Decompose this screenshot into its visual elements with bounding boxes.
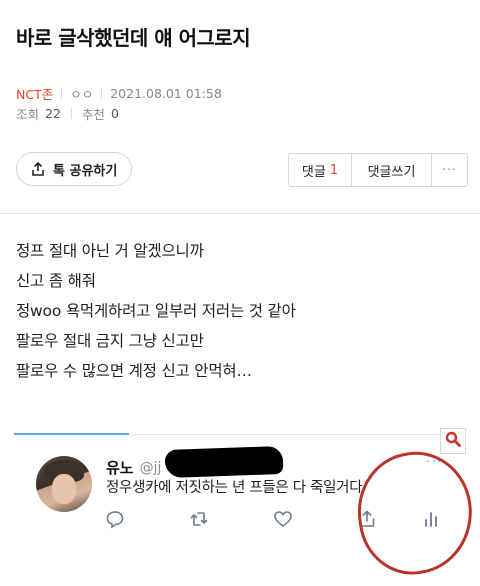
tweet-handle: @jj xyxy=(139,459,162,476)
redaction-scribble xyxy=(164,445,284,479)
post-datetime: 2021.08.01 01:58 xyxy=(110,86,222,101)
meta-divider xyxy=(70,108,72,119)
image-search-button[interactable] xyxy=(440,428,466,454)
comments-button[interactable]: 댓글 1 xyxy=(289,154,351,186)
comments-count: 1 xyxy=(329,162,339,178)
views-count: 22 xyxy=(45,106,61,121)
post-body: 정프 절대 아닌 거 알겠으니까 신고 좀 해줘 정woo 욕먹게하려고 일부러… xyxy=(16,236,296,386)
tweet-author[interactable]: 유노 @jj xyxy=(106,457,161,478)
post-meta: NCT존 ㅇㅇ 2021.08.01 01:58 xyxy=(16,84,222,103)
body-line: 정woo 욕먹게하려고 일부러 저러는 것 같아 xyxy=(16,302,296,320)
content-divider xyxy=(0,213,480,214)
body-line: 신고 좀 해줘 xyxy=(16,272,96,290)
share-icon xyxy=(31,162,45,176)
more-button[interactable]: ··· xyxy=(431,154,467,186)
write-comment-button[interactable]: 댓글쓰기 xyxy=(351,154,431,186)
reply-icon[interactable] xyxy=(104,508,126,530)
body-line: 정프 절대 아닌 거 알겠으니까 xyxy=(16,242,204,260)
comment-button-group: 댓글 1 댓글쓰기 ··· xyxy=(288,153,468,187)
body-line: 팔로우 절대 금지 그냥 신고만 xyxy=(16,332,204,350)
post-title: 바로 글삭했던데 얘 어그로지 xyxy=(16,26,251,50)
recommend-count: 0 xyxy=(110,106,119,121)
body-line: 팔로우 수 많으면 계정 신고 안먹혀… xyxy=(16,362,252,380)
meta-divider xyxy=(101,88,103,99)
post-stats: 조회 22 추천 0 xyxy=(16,104,119,123)
kakao-share-button[interactable]: 톡 공유하기 xyxy=(16,152,133,186)
share-label: 톡 공유하기 xyxy=(53,163,118,179)
recommend-label: 추천 xyxy=(81,107,105,122)
tweet-text: 정우생카에 저짓하는 년 프들은 다 죽일거다 xyxy=(106,480,363,496)
meta-divider xyxy=(61,88,63,99)
author-name[interactable]: ㅇㅇ xyxy=(70,84,93,103)
avatar[interactable] xyxy=(36,456,92,512)
tweet-embed-accent xyxy=(14,433,129,435)
search-icon xyxy=(445,431,461,451)
annotation-circle xyxy=(350,444,480,582)
retweet-icon[interactable] xyxy=(188,508,210,530)
board-name[interactable]: NCT존 xyxy=(16,84,53,103)
like-icon[interactable] xyxy=(272,508,294,530)
tweet-display-name: 유노 xyxy=(106,459,134,477)
comments-label: 댓글 xyxy=(301,164,326,180)
views-label: 조회 xyxy=(16,107,40,122)
